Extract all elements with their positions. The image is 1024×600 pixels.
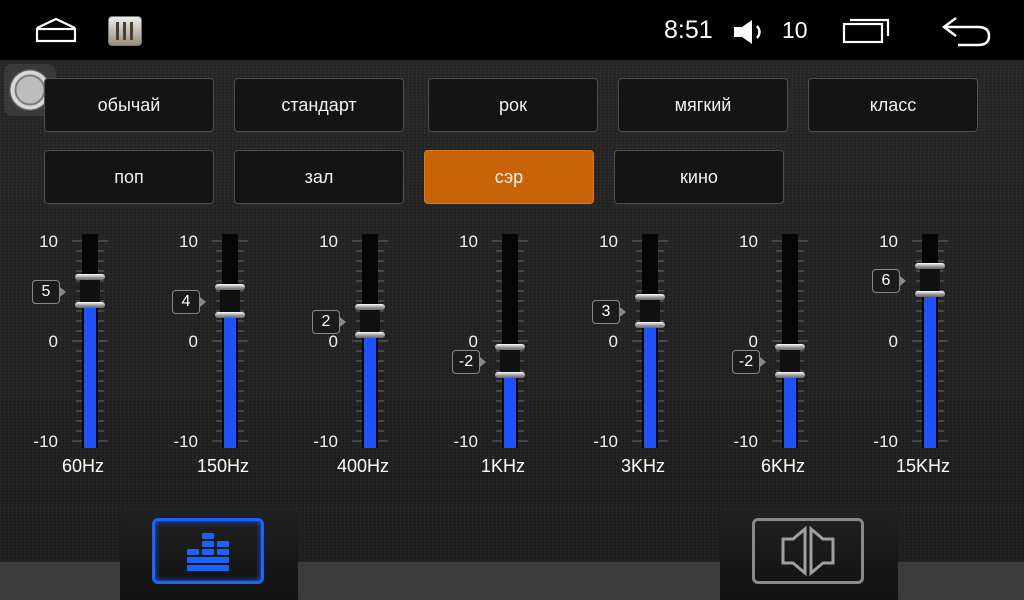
scale-min: -10 bbox=[733, 432, 758, 451]
scale-zero: 0 bbox=[608, 332, 618, 351]
preset-standart[interactable]: стандарт bbox=[234, 78, 404, 132]
slider-handle[interactable] bbox=[75, 273, 105, 308]
scale-max: 10 bbox=[179, 232, 198, 251]
scale-ticks bbox=[352, 240, 388, 442]
band-frequency-label: 15KHz bbox=[895, 456, 951, 476]
preset-ser[interactable]: сэр bbox=[424, 150, 594, 204]
tab-equalizer[interactable] bbox=[120, 508, 298, 600]
recent-apps-icon[interactable] bbox=[842, 16, 890, 44]
clock: 8:51 bbox=[664, 16, 713, 44]
preset-label: стандарт bbox=[281, 94, 357, 115]
scale-ticks bbox=[72, 240, 108, 442]
scale-min: -10 bbox=[313, 432, 338, 451]
value-badge: 4 bbox=[172, 289, 206, 314]
volume-level: 10 bbox=[782, 17, 808, 43]
eq-band-15khz: 10 0 -10 6 15KHz bbox=[858, 228, 968, 478]
back-icon[interactable] bbox=[940, 14, 992, 48]
scale-max: 10 bbox=[319, 232, 338, 251]
slider-handle[interactable] bbox=[355, 303, 385, 338]
preset-label: класс bbox=[869, 94, 917, 115]
scale-min: -10 bbox=[173, 432, 198, 451]
scale-ticks bbox=[772, 240, 808, 442]
scale-min: -10 bbox=[873, 432, 898, 451]
band-frequency-label: 6KHz bbox=[760, 456, 805, 476]
scale-ticks bbox=[492, 240, 528, 442]
eq-band-1khz: 10 0 -10 -2 1KHz bbox=[438, 228, 548, 478]
preset-rok[interactable]: рок bbox=[428, 78, 598, 132]
status-bar: 8:51 10 bbox=[0, 0, 1024, 60]
home-icon[interactable] bbox=[34, 16, 78, 44]
value-badge: -2 bbox=[452, 350, 486, 375]
band-frequency-label: 60Hz bbox=[61, 456, 105, 476]
scale-zero: 0 bbox=[888, 332, 898, 351]
preset-pop[interactable]: поп bbox=[44, 150, 214, 204]
scale-min: -10 bbox=[453, 432, 478, 451]
eq-band-3khz: 10 0 -10 3 3KHz bbox=[578, 228, 688, 478]
scale-max: 10 bbox=[39, 232, 58, 251]
value-badge: 5 bbox=[32, 279, 66, 304]
band-frequency-label: 3KHz bbox=[620, 456, 665, 476]
slider-handle[interactable] bbox=[635, 293, 665, 328]
eq-band-150hz: 10 0 -10 4 150Hz bbox=[158, 228, 268, 478]
eq-band-60hz: 10 0 -10 5 60Hz bbox=[18, 228, 128, 478]
preset-zal[interactable]: зал bbox=[234, 150, 404, 204]
value-badge: 2 bbox=[312, 309, 346, 334]
band-frequency-label: 400Hz bbox=[336, 456, 390, 476]
scale-ticks bbox=[632, 240, 668, 442]
scale-zero: 0 bbox=[468, 332, 478, 351]
eq-band-400hz: 10 0 -10 2 400Hz bbox=[298, 228, 408, 478]
scale-ticks bbox=[212, 240, 248, 442]
tab-speaker-balance[interactable] bbox=[720, 508, 898, 600]
preset-label: зал bbox=[304, 166, 334, 187]
preset-label: рок bbox=[499, 94, 527, 115]
scale-min: -10 bbox=[593, 432, 618, 451]
preset-label: мягкий bbox=[674, 94, 732, 115]
preset-myagkiy[interactable]: мягкий bbox=[618, 78, 788, 132]
eq-band-6khz: 10 0 -10 -2 6KHz bbox=[718, 228, 828, 478]
scale-max: 10 bbox=[599, 232, 618, 251]
speaker-balance-icon bbox=[781, 525, 835, 577]
preset-kino[interactable]: кино bbox=[614, 150, 784, 204]
slider-handle[interactable] bbox=[495, 344, 525, 379]
slider-handle[interactable] bbox=[775, 344, 805, 379]
preset-label: сэр bbox=[494, 166, 524, 187]
scale-zero: 0 bbox=[328, 332, 338, 351]
scale-zero: 0 bbox=[748, 332, 758, 351]
preset-obychai[interactable]: обычай bbox=[44, 78, 214, 132]
value-badge: 6 bbox=[872, 269, 906, 294]
band-frequency-label: 1KHz bbox=[480, 456, 525, 476]
band-frequency-label: 150Hz bbox=[196, 456, 250, 476]
scale-max: 10 bbox=[459, 232, 478, 251]
scale-zero: 0 bbox=[188, 332, 198, 351]
value-badge: -2 bbox=[732, 350, 766, 375]
scale-zero: 0 bbox=[48, 332, 58, 351]
speaker-icon[interactable] bbox=[733, 18, 765, 46]
equalizer-app-icon[interactable] bbox=[108, 16, 142, 46]
preset-label: кино bbox=[680, 166, 718, 187]
equalizer-bars-icon bbox=[187, 533, 229, 571]
value-badge: 3 bbox=[592, 299, 626, 324]
scale-max: 10 bbox=[739, 232, 758, 251]
preset-label: обычай bbox=[97, 94, 161, 115]
scale-min: -10 bbox=[33, 432, 58, 451]
slider-handle[interactable] bbox=[915, 263, 945, 298]
preset-label: поп bbox=[114, 166, 144, 187]
preset-klass[interactable]: класс bbox=[808, 78, 978, 132]
slider-handle[interactable] bbox=[215, 283, 245, 318]
scale-max: 10 bbox=[879, 232, 898, 251]
